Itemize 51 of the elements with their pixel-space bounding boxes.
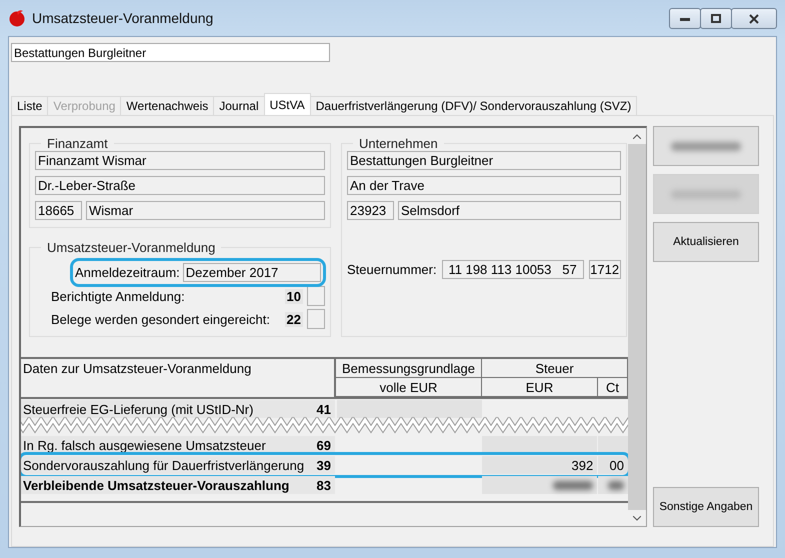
minimize-icon — [680, 16, 690, 20]
ct-cell: 00 — [598, 456, 628, 474]
action-button[interactable]: Aktualisieren — [653, 222, 759, 262]
group-title: Umsatzsteuer-Voranmeldung — [46, 240, 216, 255]
scroll-down-icon[interactable] — [633, 516, 641, 520]
window-title: Umsatzsteuer-Voranmeldung — [32, 10, 214, 26]
name-field[interactable]: Finanzamt Wismar — [35, 151, 325, 170]
column-header: EUR — [482, 378, 598, 396]
option-code: 22 — [284, 312, 303, 326]
street-field[interactable]: Dr.-Leber-Straße — [35, 176, 325, 195]
row-code: 41 — [316, 400, 336, 418]
action-button[interactable]: Sonstige Angaben — [653, 487, 759, 527]
close-button[interactable] — [731, 8, 777, 29]
eur-cell: 392 — [482, 456, 598, 474]
minimize-button[interactable] — [669, 8, 701, 29]
row-label: Verbleibende Umsatzsteuer-Vorauszahlung — [21, 476, 317, 494]
street-field[interactable]: An der Trave — [347, 176, 621, 195]
name-field[interactable]: Bestattungen Burgleitner — [347, 151, 621, 170]
city-field[interactable]: Selmsdorf — [398, 201, 621, 220]
maximize-button[interactable] — [700, 8, 732, 29]
zip-field[interactable]: 23923 — [347, 201, 394, 220]
row-label: Steuerfreie EG-Lieferung (mit UStID-Nr) — [21, 400, 317, 418]
group-title: Finanzamt — [46, 136, 109, 151]
option-code: 10 — [284, 288, 303, 304]
tab[interactable]: UStVA — [264, 93, 311, 115]
checkbox[interactable] — [307, 309, 325, 329]
tax-number-label: Steuernummer: — [347, 262, 437, 277]
close-icon — [749, 14, 759, 24]
city-field[interactable]: Wismar — [86, 201, 325, 220]
period-field[interactable]: Dezember 2017 — [182, 263, 321, 282]
row-code: 83 — [316, 476, 336, 494]
tab[interactable]: Dauerfristverlängerung (DFV)/ Sondervorauszahlung (SVZ) — [310, 96, 638, 115]
scrollbar[interactable] — [628, 128, 646, 526]
column-header: Bemessungsgrundlage — [336, 359, 482, 377]
period-label: Anmeldezeitraum: — [75, 265, 180, 280]
column-header: volle EUR — [336, 378, 482, 396]
tab[interactable]: Liste — [11, 96, 48, 115]
group-title: Unternehmen — [358, 136, 439, 151]
row-label: Sondervorauszahlung für Dauerfristverlängerung — [21, 456, 317, 474]
column-header: Daten zur Umsatzsteuer-Voranmeldung — [21, 359, 336, 397]
scroll-up-icon[interactable] — [633, 134, 641, 138]
zip-field[interactable]: 18665 — [35, 201, 82, 220]
option-label: Berichtigte Anmeldung: — [51, 288, 186, 304]
row-code: 39 — [316, 456, 336, 474]
tax-number-field[interactable]: 11 198 113 10053 57 — [442, 260, 584, 279]
app-icon — [8, 9, 26, 27]
tax-number-suffix-field[interactable]: 1712 — [588, 260, 621, 279]
company-field[interactable]: Bestattungen Burgleitner — [11, 43, 330, 62]
checkbox[interactable] — [307, 286, 325, 306]
maximize-icon — [711, 14, 721, 23]
option-label: Belege werden gesondert eingereicht: — [51, 312, 271, 326]
